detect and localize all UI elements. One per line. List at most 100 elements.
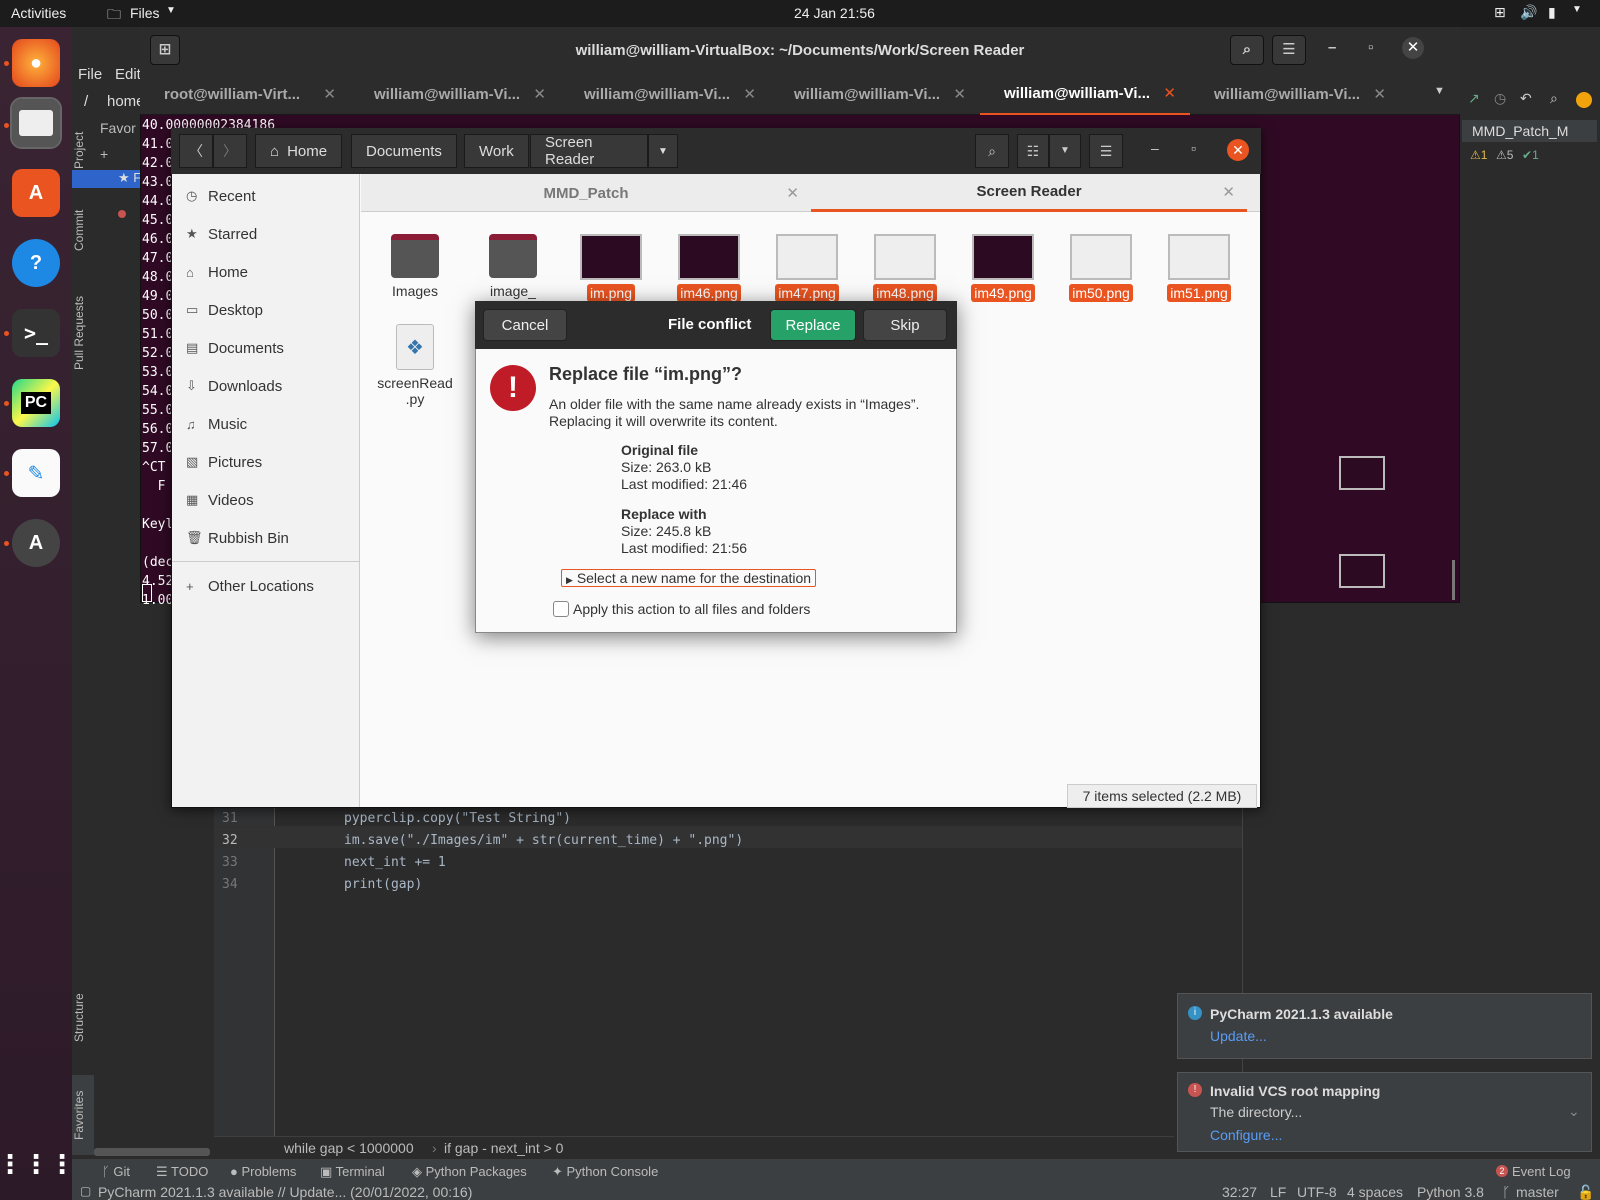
tool-git[interactable]: ᚴ Git [102, 1164, 130, 1179]
file-item-selected[interactable]: im50.png [1055, 234, 1147, 302]
software-store-icon[interactable]: A [12, 169, 60, 217]
system-menu-chevron-icon[interactable]: ▼ [1572, 4, 1582, 15]
search-icon[interactable]: ⌕ [1230, 35, 1264, 65]
close-tab-icon[interactable]: ✕ [323, 85, 336, 103]
sidebar-item-starred[interactable]: ★ Starred [186, 216, 257, 252]
text-editor-icon[interactable]: ✎ [12, 449, 60, 497]
rename-expander[interactable]: ▶ Select a new name for the destination [561, 569, 817, 587]
close-tab-icon[interactable]: ✕ [953, 85, 966, 103]
skip-button[interactable]: Skip [863, 309, 947, 341]
file-item-selected[interactable]: im49.png [957, 234, 1049, 302]
file-item-selected[interactable]: im48.png [859, 234, 951, 302]
close-tab-icon[interactable]: ✕ [1222, 183, 1235, 201]
sidebar-item-home[interactable]: ⌂ Home [186, 254, 248, 290]
tool-tab-pull-requests[interactable]: Pull Requests [72, 285, 94, 380]
code-line[interactable]: print(gap) [344, 874, 743, 896]
status-message[interactable]: PyCharm 2021.1.3 available // Update... … [98, 1184, 472, 1200]
list-view-icon[interactable]: ☷ [1017, 134, 1049, 168]
event-log-button[interactable]: Event Log [1512, 1164, 1571, 1179]
battery-icon[interactable]: ▮ [1548, 4, 1556, 21]
search-icon[interactable]: ⌕ [1550, 90, 1558, 107]
tool-python-console[interactable]: ✦ Python Console [552, 1164, 658, 1180]
tool-python-packages[interactable]: ◈ Python Packages [412, 1164, 527, 1180]
sidebar-item-other-locations[interactable]: + Other Locations [186, 568, 314, 604]
close-icon[interactable]: ✕ [1402, 37, 1424, 59]
app-menu-files[interactable]: Files [130, 5, 160, 21]
help-icon[interactable]: ? [12, 239, 60, 287]
new-tab-icon[interactable]: ⊞ [150, 35, 180, 65]
tool-todo[interactable]: ☰ TODO [156, 1164, 208, 1180]
close-tab-icon[interactable]: ✕ [533, 85, 546, 103]
volume-icon[interactable]: 🔊 [1520, 4, 1537, 21]
interpreter[interactable]: Python 3.8 [1417, 1184, 1484, 1200]
terminal-tab[interactable]: william@william-Vi... ✕ [560, 73, 770, 115]
sidebar-item-rubbish-bin[interactable]: 🗑 Rubbish Bin [186, 520, 289, 556]
folder-item[interactable]: image_ [467, 234, 559, 300]
close-tab-icon[interactable]: ✕ [743, 85, 756, 103]
terminal-scrollbar[interactable] [1452, 560, 1455, 600]
file-encoding[interactable]: UTF-8 [1297, 1184, 1337, 1200]
hamburger-menu-icon[interactable]: ☰ [1089, 134, 1123, 168]
tool-tab-project[interactable]: Project [72, 120, 94, 180]
configure-link[interactable]: Configure... [1210, 1127, 1282, 1143]
apply-all-label[interactable]: Apply this action to all files and folde… [573, 601, 810, 617]
maximize-icon[interactable]: ▫ [1191, 140, 1196, 156]
update-link[interactable]: Update... [1210, 1028, 1267, 1044]
tool-tab-commit[interactable]: Commit [72, 200, 94, 260]
warning-icon[interactable]: ⚠1 [1470, 148, 1487, 162]
indent-setting[interactable]: 4 spaces [1347, 1184, 1403, 1200]
lock-icon[interactable]: 🔓 [1577, 1184, 1594, 1200]
breadcrumb-documents[interactable]: Documents [351, 134, 457, 168]
close-tab-icon[interactable]: ✕ [1373, 85, 1386, 103]
firefox-icon[interactable]: ● [12, 39, 60, 87]
breadcrumb-while[interactable]: while gap < 1000000 [284, 1140, 414, 1156]
menu-edit[interactable]: Edit [115, 66, 141, 83]
sidebar-item-documents[interactable]: ▤ Documents [186, 330, 284, 366]
vcs-push-icon[interactable]: ↗ [1468, 90, 1480, 107]
caret-position[interactable]: 32:27 [1222, 1184, 1257, 1200]
run-config-selector[interactable]: MMD_Patch_M [1462, 120, 1597, 142]
view-options-chevron-icon[interactable]: ▼ [1049, 134, 1081, 168]
forward-icon[interactable]: 〉 [213, 134, 247, 168]
sidebar-item-videos[interactable]: ▦ Videos [186, 482, 254, 518]
rollback-icon[interactable]: ↶ [1520, 90, 1532, 107]
sidebar-item-downloads[interactable]: ⇩ Downloads [186, 368, 282, 404]
maximize-icon[interactable]: ▫ [1368, 39, 1373, 56]
folder-item[interactable]: Images [369, 234, 461, 300]
file-item-selected[interactable]: im51.png [1153, 234, 1245, 302]
close-icon[interactable]: ✕ [1227, 139, 1249, 161]
clock[interactable]: 24 Jan 21:56 [794, 5, 875, 21]
terminal-icon[interactable]: >_ [12, 309, 60, 357]
horizontal-scrollbar[interactable] [94, 1148, 210, 1156]
sidebar-item-recent[interactable]: ◷ Recent [186, 178, 256, 214]
tab-list-chevron-icon[interactable]: ▼ [1434, 85, 1445, 97]
files-icon[interactable] [10, 97, 62, 149]
network-icon[interactable]: ⊞ [1494, 4, 1506, 21]
tool-terminal[interactable]: ▣ Terminal [320, 1164, 385, 1180]
apply-all-checkbox[interactable] [553, 601, 569, 617]
cancel-button[interactable]: Cancel [483, 309, 567, 341]
terminal-tab[interactable]: william@william-Vi... ✕ [770, 73, 980, 115]
updater-icon[interactable]: A [12, 519, 60, 567]
breadcrumb-home[interactable]: ⌂ Home [255, 134, 343, 168]
tab-screen-reader[interactable]: Screen Reader ✕ [811, 174, 1247, 212]
nav-path[interactable]: home [107, 93, 145, 110]
code-line[interactable]: im.save("./Images/im" + str(current_time… [344, 830, 743, 852]
check-icon[interactable]: ✔1 [1522, 148, 1539, 162]
add-icon[interactable]: + [100, 146, 108, 162]
search-icon[interactable]: ⌕ [975, 134, 1009, 168]
sidebar-item-music[interactable]: ♫ Music [186, 406, 247, 442]
vcs-branch[interactable]: master [1516, 1184, 1559, 1200]
sidebar-item-pictures[interactable]: ▧ Pictures [186, 444, 262, 480]
minimize-icon[interactable]: – [1328, 39, 1336, 56]
file-item-selected[interactable]: im46.png [663, 234, 755, 302]
line-separator[interactable]: LF [1270, 1184, 1286, 1200]
minimize-icon[interactable]: – [1151, 140, 1159, 156]
history-icon[interactable]: ◷ [1494, 90, 1506, 107]
tool-tab-favorites[interactable]: Favorites [72, 1075, 94, 1155]
code-line[interactable]: pyperclip.copy("Test String") [344, 808, 743, 830]
update-icon[interactable] [1576, 92, 1592, 108]
terminal-tab[interactable]: root@william-Virt... ✕ [140, 73, 350, 115]
terminal-tab-active[interactable]: william@william-Vi... ✕ [980, 73, 1190, 115]
pycharm-icon[interactable]: PC [12, 379, 60, 427]
